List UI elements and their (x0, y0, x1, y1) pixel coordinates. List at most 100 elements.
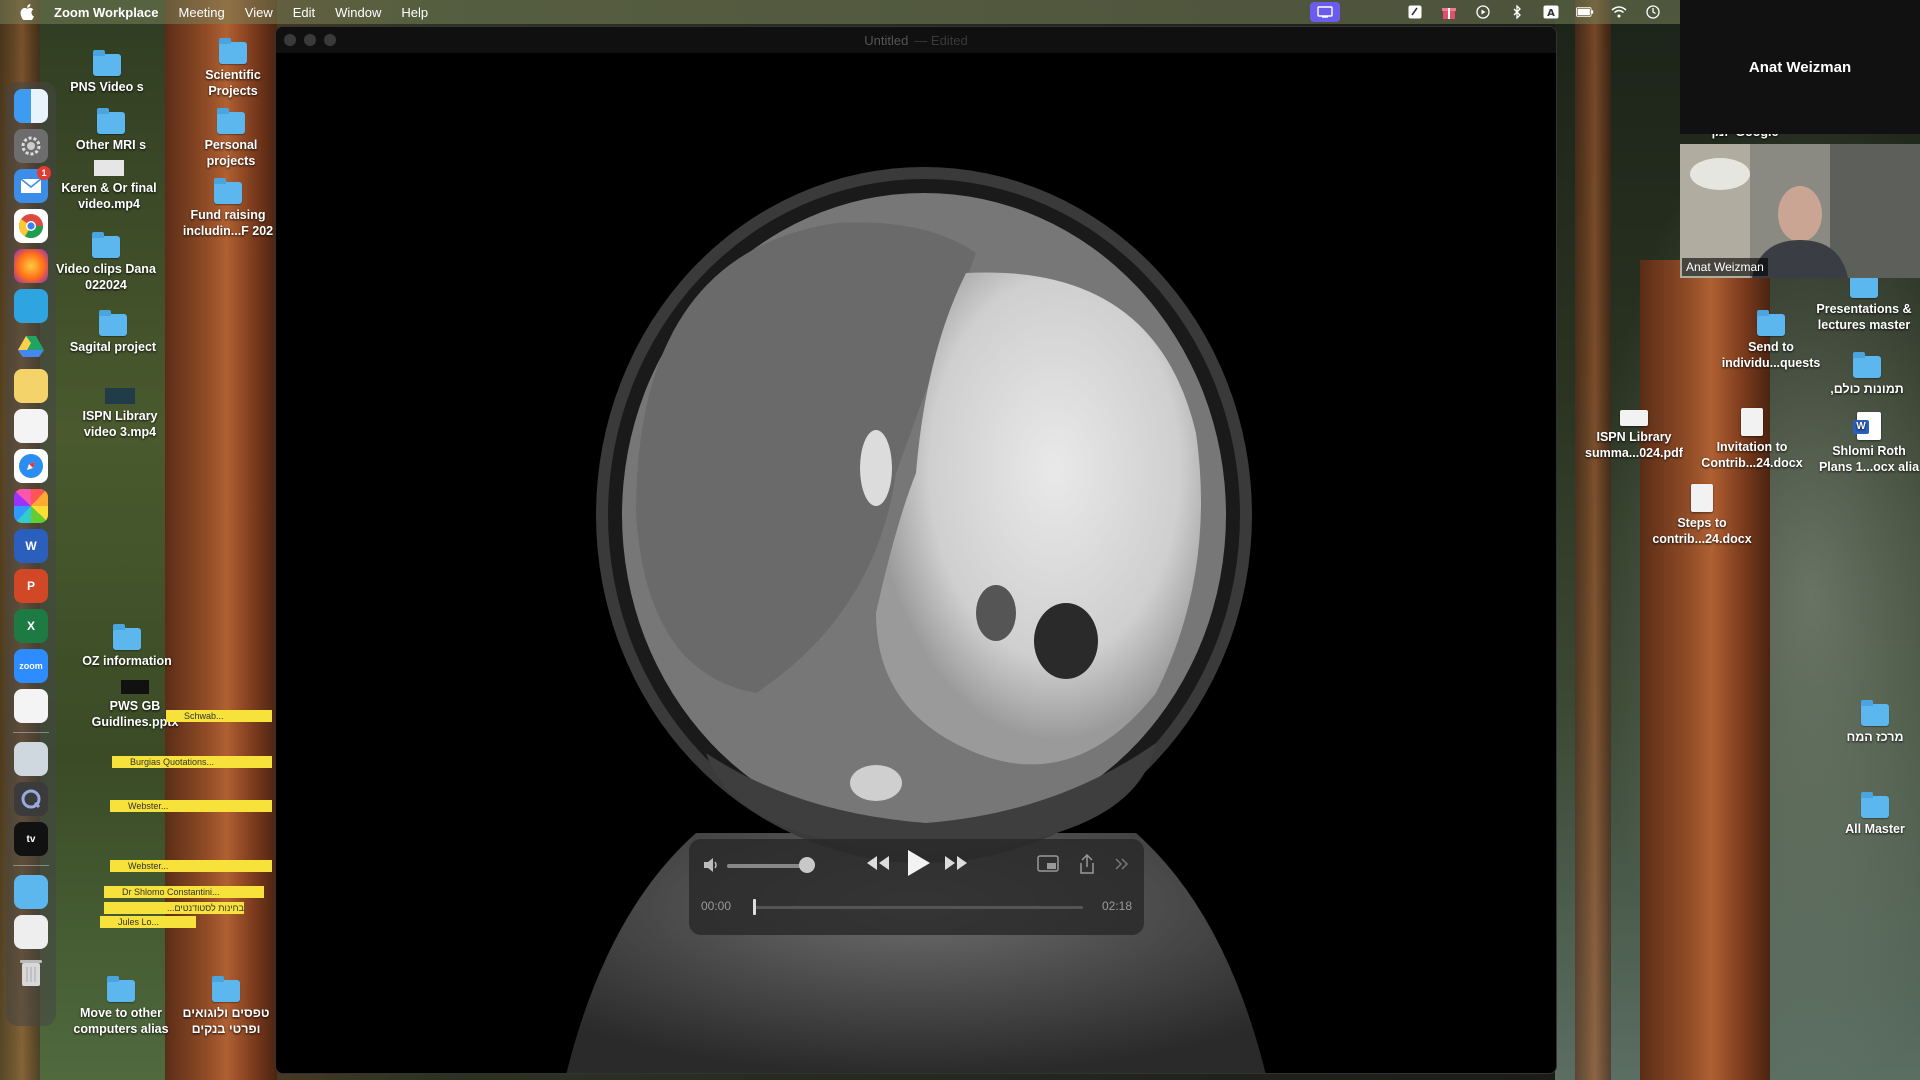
play-circle-icon[interactable] (1474, 4, 1492, 20)
sticky-note-webster-2[interactable]: Webster... (110, 860, 272, 872)
bluetooth-icon[interactable] (1508, 4, 1526, 20)
sticky-note-burgias[interactable]: Burgias Quotations... (112, 756, 272, 768)
desktop-folder-pns-videos[interactable]: PNS Video s (62, 50, 152, 95)
rewind-icon[interactable] (865, 853, 891, 873)
desktop-folder-oz-information[interactable]: OZ information (72, 624, 182, 669)
folder-icon (1850, 272, 1878, 298)
finder-icon[interactable] (14, 89, 48, 123)
desktop-folder-fund-raising[interactable]: Fund raising includin...F 202 (178, 178, 278, 239)
status-menu-icons: A (1310, 0, 1680, 24)
timeline-playhead[interactable] (753, 899, 756, 915)
excel-icon[interactable]: X (14, 609, 48, 643)
sticky-note-jules[interactable]: Jules Lo... (100, 916, 196, 928)
menu-bar: Zoom Workplace Meeting View Edit Window … (0, 0, 1680, 24)
minimize-button[interactable] (304, 34, 316, 46)
notes-icon[interactable] (14, 369, 48, 403)
desktop-file-pws-gb-guidelines[interactable]: PWS GB Guidlines.pptx (80, 680, 190, 730)
sticky-note-dr-shlomo[interactable]: Dr Shlomo Constantini... (104, 886, 264, 898)
sticky-note-hebrew[interactable]: בחינות לסטודנטים... (104, 902, 244, 914)
reminders-icon[interactable] (14, 409, 48, 443)
desktop-folder-sagital-project[interactable]: Sagital project (63, 310, 163, 355)
documents-stack-icon[interactable] (14, 915, 48, 949)
desktop-folder-move-to-other[interactable]: Move to other computers alias (66, 976, 176, 1037)
desktop-file-steps-to[interactable]: Steps to contrib...24.docx (1644, 484, 1760, 547)
desktop-folder-video-clips-dana[interactable]: Video clips Dana 022024 (54, 232, 158, 293)
zoom-icon[interactable]: zoom (14, 649, 48, 683)
desktop-file-keren-or-video[interactable]: Keren & Or final video.mp4 (56, 160, 162, 212)
desktop-file-invitation[interactable]: Invitation to Contrib...24.docx (1692, 408, 1812, 471)
volume-slider-knob[interactable] (799, 857, 815, 873)
preview-icon[interactable] (14, 289, 48, 323)
desktop-folder-tmunot[interactable]: תמונות כולם, (1822, 352, 1912, 397)
system-settings-icon[interactable] (14, 129, 48, 163)
desktop-file-ispn-summary[interactable]: ISPN Library summa...024.pdf (1578, 410, 1690, 461)
books-icon[interactable] (14, 689, 48, 723)
folder-icon (92, 232, 120, 258)
fast-forward-icon[interactable] (943, 853, 969, 873)
zoom-participant-name-tile[interactable]: Anat Weizman (1680, 0, 1920, 134)
menu-edit[interactable]: Edit (293, 5, 315, 20)
input-source-icon[interactable]: A (1542, 4, 1560, 20)
word-icon[interactable]: W (14, 529, 48, 563)
desktop-folder-send-to[interactable]: Send to individu...quests (1716, 310, 1826, 371)
desktop-folder-scientific-projects[interactable]: Scientific Projects (188, 38, 278, 99)
menu-help[interactable]: Help (401, 5, 428, 20)
play-icon[interactable] (903, 847, 933, 879)
photos-icon[interactable] (14, 489, 48, 523)
picture-in-picture-icon[interactable] (1037, 855, 1059, 873)
powerpoint-icon[interactable]: P (14, 569, 48, 603)
clock-icon[interactable] (1644, 4, 1662, 20)
dock: 1 W P X zoom tv (6, 82, 56, 1026)
zoom-participant-video-tile[interactable]: Anat Weizman (1680, 144, 1920, 278)
menu-window[interactable]: Window (335, 5, 381, 20)
sticky-note-webster-1[interactable]: Webster... (110, 800, 272, 812)
downloads-folder-icon[interactable] (14, 875, 48, 909)
safari-icon[interactable] (14, 449, 48, 483)
firefox-icon[interactable] (14, 249, 48, 283)
screen-share-icon[interactable] (1310, 2, 1340, 22)
folder-icon (219, 38, 247, 64)
quicktime-icon[interactable] (14, 782, 48, 816)
screen-sharing-icon[interactable] (14, 742, 48, 776)
desktop-item-label: Send to individu...quests (1721, 340, 1821, 370)
window-titlebar[interactable]: Untitled — Edited (276, 27, 1556, 53)
share-icon[interactable] (1078, 853, 1096, 875)
trash-icon[interactable] (14, 955, 48, 989)
pen-tool-icon[interactable] (1406, 4, 1424, 20)
mail-icon[interactable]: 1 (14, 166, 51, 203)
volume-icon[interactable] (701, 855, 721, 875)
wifi-icon[interactable] (1610, 4, 1628, 20)
menu-app-name[interactable]: Zoom Workplace (54, 5, 159, 20)
zoom-button[interactable] (324, 34, 336, 46)
desktop-file-ispn-library-video[interactable]: ISPN Library video 3.mp4 (70, 388, 170, 440)
mri-dark-spot (1034, 603, 1098, 679)
desktop-folder-hebrew-forms[interactable]: טפסים ולוגואים ופרטי בנקים (176, 976, 276, 1037)
folder-icon (1861, 700, 1889, 726)
desktop-file-shlomi-roth[interactable]: Shlomi Roth Plans 1...ocx alia (1816, 412, 1920, 475)
apple-tv-icon[interactable]: tv (14, 822, 48, 856)
desktop-folder-personal-projects[interactable]: Personal projects (186, 108, 276, 169)
desktop-folder-all-master[interactable]: All Master (1830, 792, 1920, 837)
desktop-folder-other-mris[interactable]: Other MRI s (66, 108, 156, 153)
apple-icon[interactable] (20, 4, 34, 20)
gift-icon[interactable] (1440, 4, 1458, 20)
more-chevron-icon[interactable] (1113, 855, 1131, 873)
chrome-icon[interactable] (14, 209, 48, 243)
folder-icon (217, 108, 245, 134)
folder-icon (99, 310, 127, 336)
video-thumbnail (94, 160, 124, 176)
sticky-note-schwab[interactable]: Schwab... (166, 710, 272, 722)
desktop-item-label: Personal projects (204, 138, 258, 168)
volume-slider[interactable] (727, 864, 807, 868)
folder-icon (97, 108, 125, 134)
drive-icon[interactable] (14, 329, 48, 363)
desktop-item-label: ISPN Library summa...024.pdf (1585, 430, 1683, 460)
desktop-item-label: Shlomi Roth Plans 1...ocx alia (1818, 444, 1920, 474)
menu-view[interactable]: View (245, 5, 273, 20)
battery-icon[interactable] (1576, 4, 1594, 20)
timeline-scrubber[interactable] (753, 906, 1083, 909)
menu-meeting[interactable]: Meeting (179, 5, 225, 20)
wallpaper-tree-trunk (1575, 0, 1611, 1080)
desktop-folder-merkaz[interactable]: מרכז המח (1830, 700, 1920, 745)
close-button[interactable] (284, 34, 296, 46)
